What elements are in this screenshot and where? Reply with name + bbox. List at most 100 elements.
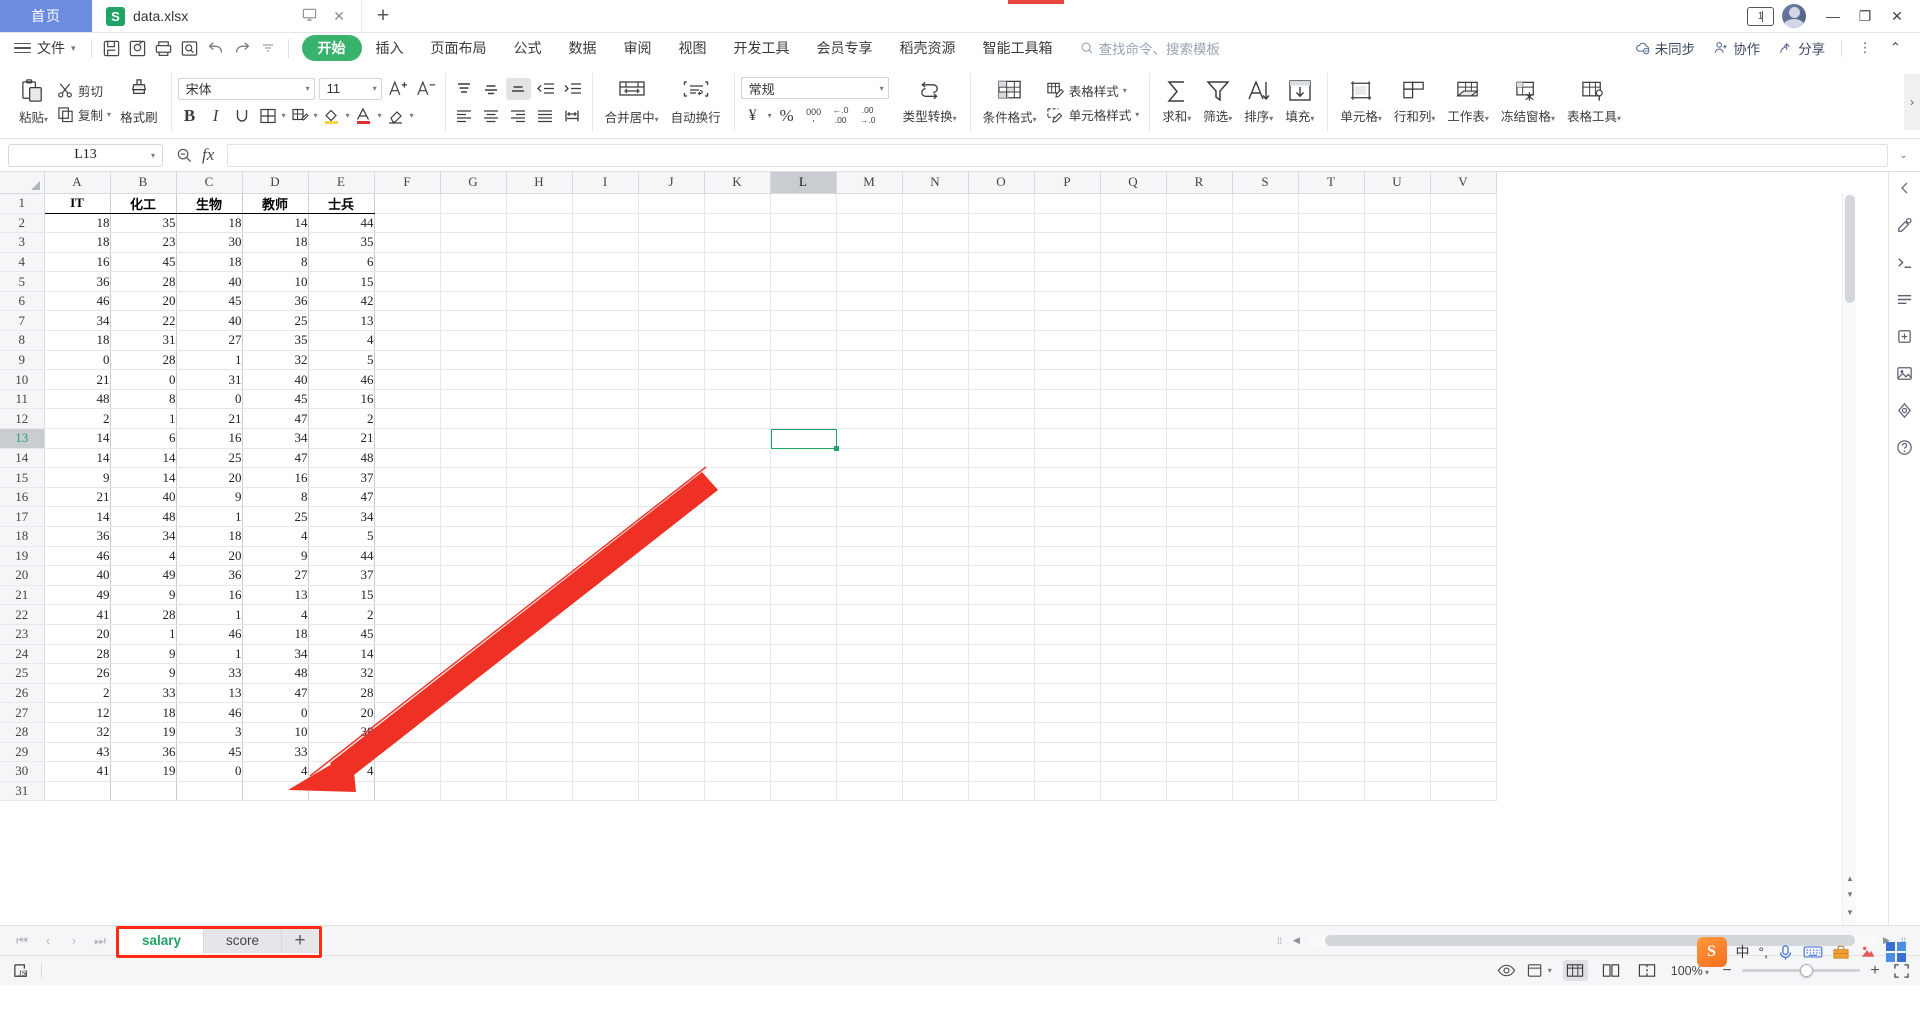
cell-U27[interactable]: [1364, 702, 1431, 723]
close-window-button[interactable]: ✕: [1882, 0, 1912, 33]
cell-M26[interactable]: [836, 683, 903, 704]
cell-F31[interactable]: [374, 781, 441, 802]
cell-R25[interactable]: [1166, 663, 1233, 684]
align-bottom-icon[interactable]: [505, 77, 531, 100]
column-header-F[interactable]: F: [374, 172, 441, 194]
cell-R28[interactable]: [1166, 722, 1233, 743]
tab-docer-resources[interactable]: 稻壳资源: [887, 35, 969, 61]
cell-G25[interactable]: [440, 663, 507, 684]
cell-R16[interactable]: [1166, 487, 1233, 508]
cell-E28[interactable]: 38: [308, 722, 375, 743]
cell-E13[interactable]: 21: [308, 428, 375, 449]
cell-C21[interactable]: 16: [176, 585, 243, 606]
zoom-find-icon[interactable]: [176, 147, 193, 164]
cell-O16[interactable]: [968, 487, 1035, 508]
cell-S15[interactable]: [1232, 467, 1299, 488]
cell-M11[interactable]: [836, 389, 903, 410]
cell-V6[interactable]: [1430, 291, 1497, 312]
cell-B6[interactable]: 20: [110, 291, 177, 312]
cell-S23[interactable]: [1232, 624, 1299, 645]
cell-T23[interactable]: [1298, 624, 1365, 645]
cell-S20[interactable]: [1232, 565, 1299, 586]
cell-T1[interactable]: [1298, 193, 1365, 214]
cell-Q13[interactable]: [1100, 428, 1167, 449]
cell-J3[interactable]: [638, 232, 705, 253]
column-header-R[interactable]: R: [1166, 172, 1233, 194]
row-header-30[interactable]: 30: [0, 761, 45, 782]
cell-C25[interactable]: 33: [176, 663, 243, 684]
cell-A27[interactable]: 12: [44, 702, 111, 723]
redo-icon[interactable]: [229, 35, 255, 61]
cell-U8[interactable]: [1364, 330, 1431, 351]
cell-T5[interactable]: [1298, 271, 1365, 292]
cell-B30[interactable]: 19: [110, 761, 177, 782]
cell-F3[interactable]: [374, 232, 441, 253]
cell-S9[interactable]: [1232, 350, 1299, 371]
expand-formula-bar-button[interactable]: ⌄: [1895, 150, 1912, 161]
cell-M4[interactable]: [836, 252, 903, 273]
cell-I27[interactable]: [572, 702, 639, 723]
cell-R19[interactable]: [1166, 546, 1233, 567]
decrease-decimal-button[interactable]: .00 →.0: [856, 104, 880, 127]
cell-K21[interactable]: [704, 585, 771, 606]
cell-K4[interactable]: [704, 252, 771, 273]
cell-N10[interactable]: [902, 369, 969, 390]
cell-S10[interactable]: [1232, 369, 1299, 390]
cell-G19[interactable]: [440, 546, 507, 567]
cell-D19[interactable]: 9: [242, 546, 309, 567]
cell-K1[interactable]: [704, 193, 771, 214]
js-macro-icon[interactable]: JS: [10, 961, 32, 981]
column-header-I[interactable]: I: [572, 172, 639, 194]
cell-A2[interactable]: 18: [44, 213, 111, 234]
row-header-4[interactable]: 4: [0, 252, 45, 273]
cell-U11[interactable]: [1364, 389, 1431, 410]
column-header-M[interactable]: M: [836, 172, 903, 194]
cell-S13[interactable]: [1232, 428, 1299, 449]
row-header-5[interactable]: 5: [0, 271, 45, 292]
cell-U21[interactable]: [1364, 585, 1431, 606]
column-header-P[interactable]: P: [1034, 172, 1101, 194]
cell-F4[interactable]: [374, 252, 441, 273]
cell-L1[interactable]: [770, 193, 837, 214]
cell-Q9[interactable]: [1100, 350, 1167, 371]
cell-K16[interactable]: [704, 487, 771, 508]
cell-F10[interactable]: [374, 369, 441, 390]
cell-F7[interactable]: [374, 310, 441, 332]
cell-G14[interactable]: [440, 448, 507, 469]
vertical-scroll-thumb[interactable]: [1845, 195, 1855, 303]
cell-K27[interactable]: [704, 702, 771, 723]
cell-I7[interactable]: [572, 310, 639, 332]
cell-H25[interactable]: [506, 663, 573, 684]
cell-U19[interactable]: [1364, 546, 1431, 567]
cell-E10[interactable]: 46: [308, 369, 375, 390]
row-header-24[interactable]: 24: [0, 644, 45, 665]
merge-center-button[interactable]: 合并居中▾: [599, 77, 665, 128]
cell-C22[interactable]: 1: [176, 604, 243, 625]
cell-O10[interactable]: [968, 369, 1035, 390]
cell-A18[interactable]: 36: [44, 526, 111, 547]
cell-N21[interactable]: [902, 585, 969, 606]
currency-format-button[interactable]: ¥: [741, 104, 765, 127]
cell-U26[interactable]: [1364, 683, 1431, 704]
cell-D28[interactable]: 10: [242, 722, 309, 743]
cell-I19[interactable]: [572, 546, 639, 567]
cell-R15[interactable]: [1166, 467, 1233, 488]
increase-indent-icon[interactable]: [560, 78, 585, 100]
cell-M2[interactable]: [836, 213, 903, 234]
cell-G29[interactable]: [440, 742, 507, 763]
cell-L24[interactable]: [770, 644, 837, 665]
keyboard-icon[interactable]: [1803, 944, 1823, 960]
cell-I22[interactable]: [572, 604, 639, 625]
cell-J4[interactable]: [638, 252, 705, 273]
cell-V14[interactable]: [1430, 448, 1497, 469]
cell-R27[interactable]: [1166, 702, 1233, 723]
cell-N9[interactable]: [902, 350, 969, 371]
cell-D31[interactable]: [242, 781, 309, 802]
cell-U22[interactable]: [1364, 604, 1431, 625]
cell-T13[interactable]: [1298, 428, 1365, 449]
cell-H18[interactable]: [506, 526, 573, 547]
cell-K11[interactable]: [704, 389, 771, 410]
cell-K2[interactable]: [704, 213, 771, 234]
cell-S24[interactable]: [1232, 644, 1299, 665]
row-header-2[interactable]: 2: [0, 213, 45, 234]
